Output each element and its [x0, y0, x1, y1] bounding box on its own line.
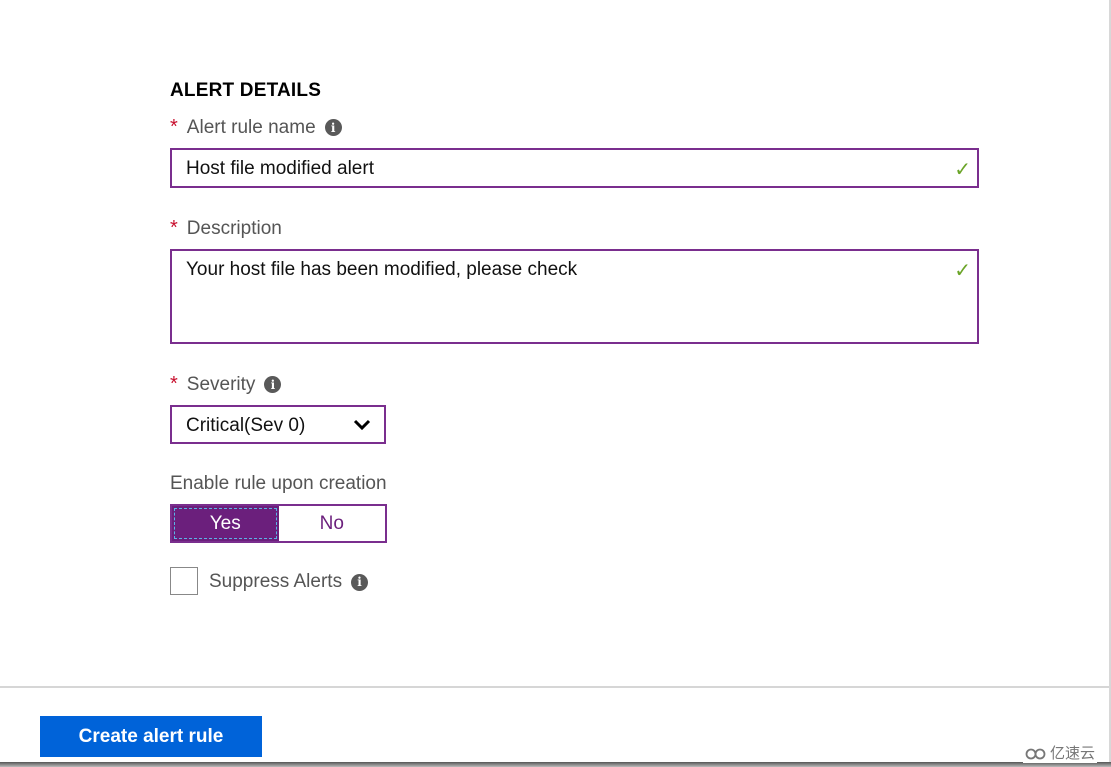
toggle-yes-option[interactable]: Yes [172, 506, 279, 541]
required-marker: * [170, 116, 178, 138]
required-marker: * [170, 217, 178, 239]
enable-rule-toggle: Yes No [170, 504, 387, 543]
alert-rule-name-label-text: Alert rule name [186, 116, 316, 138]
description-label-text: Description [186, 217, 282, 239]
create-alert-rule-button[interactable]: Create alert rule [40, 716, 262, 757]
info-icon[interactable]: i [351, 573, 369, 591]
chevron-down-icon [353, 419, 371, 431]
suppress-alerts-label: Suppress Alerts i [209, 571, 369, 593]
enable-rule-label-text: Enable rule upon creation [170, 473, 387, 494]
severity-label-text: Severity [186, 373, 256, 395]
severity-selected-value: Critical(Sev 0) [186, 415, 306, 436]
info-icon[interactable]: i [324, 119, 342, 136]
description-label: * Description [170, 217, 282, 240]
watermark: 亿速云 [1022, 742, 1097, 763]
severity-dropdown[interactable]: Critical(Sev 0) [170, 405, 386, 444]
checkmark-icon: ✓ [954, 159, 971, 181]
cloud-logo-icon [1025, 748, 1046, 759]
alert-rule-name-label: * Alert rule name i [170, 116, 342, 139]
window-bottom-edge [0, 762, 1111, 767]
section-title: ALERT DETAILS [170, 80, 322, 101]
alert-rule-name-input[interactable]: Host file modified alert ✓ [170, 148, 979, 188]
alert-rule-name-value: Host file modified alert [186, 158, 374, 179]
footer-divider [0, 686, 1109, 688]
info-icon[interactable]: i [264, 376, 282, 393]
checkmark-icon: ✓ [954, 260, 971, 282]
toggle-no-option[interactable]: No [278, 506, 385, 541]
severity-label: * Severity i [170, 373, 282, 396]
watermark-text: 亿速云 [1049, 745, 1095, 762]
description-value: Your host file has been modified, please… [186, 259, 578, 280]
suppress-alerts-checkbox[interactable] [170, 567, 198, 595]
description-textarea[interactable]: Your host file has been modified, please… [170, 249, 979, 344]
suppress-alerts-label-text: Suppress Alerts [209, 571, 343, 592]
enable-rule-label: Enable rule upon creation [170, 473, 387, 495]
required-marker: * [170, 373, 178, 395]
